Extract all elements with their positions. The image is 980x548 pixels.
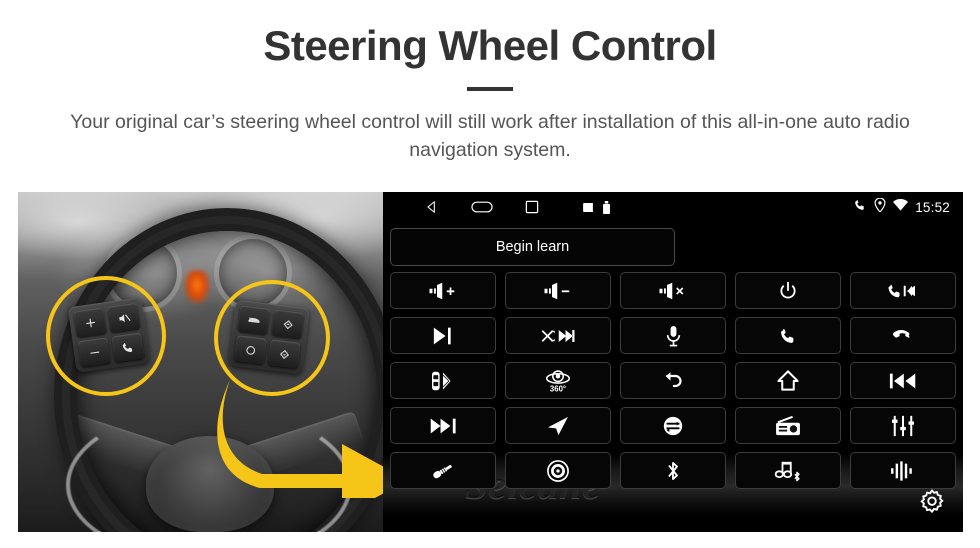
microphone-icon [666, 325, 680, 346]
radio-button[interactable] [735, 407, 841, 444]
mute-button[interactable] [620, 272, 726, 309]
source-switch-button[interactable] [620, 407, 726, 444]
mode-switch-icon [663, 416, 683, 435]
phone-icon [122, 343, 133, 352]
car-radar-icon [432, 371, 451, 390]
back-triangle-icon[interactable] [425, 200, 439, 214]
voice-mic-button[interactable] [620, 317, 726, 354]
speaker-x-icon [659, 282, 684, 299]
navigation-button[interactable] [505, 407, 611, 444]
bluetooth-icon [668, 461, 678, 480]
next-track-button[interactable] [390, 407, 496, 444]
phone-hangup-icon [892, 329, 910, 338]
steering-wheel-hub [146, 436, 274, 532]
diamond-up-icon [283, 319, 293, 329]
wheel-cluster-left[interactable] [67, 297, 151, 373]
equalizer-icon [892, 415, 914, 436]
hang-up-button[interactable] [850, 317, 956, 354]
wifi-icon [893, 198, 909, 216]
power-button[interactable] [735, 272, 841, 309]
wheel-seek-down-button[interactable] [267, 339, 301, 369]
head-unit-screen: 15:52 Begin learn 360° [383, 192, 963, 532]
phone-icon [781, 328, 794, 343]
title-divider [467, 87, 513, 92]
header: Steering Wheel Control Your original car… [0, 0, 980, 165]
android-nav-bar [425, 200, 539, 214]
back-button[interactable] [620, 362, 726, 399]
sound-wave-icon [891, 460, 912, 481]
slide-root: Steering Wheel Control Your original car… [0, 0, 980, 548]
android-status-right: 15:52 [853, 196, 950, 217]
wheel-volume-down-button[interactable] [77, 337, 111, 368]
play-pause-icon [433, 327, 451, 344]
settings-button[interactable] [913, 484, 951, 522]
speaker-plus-icon [429, 282, 455, 299]
speaker-minus-icon [544, 282, 570, 299]
equalizer-button[interactable] [850, 407, 956, 444]
phone-prev-icon [888, 284, 915, 297]
wheel-cruise-resume-button[interactable] [237, 305, 271, 335]
location-icon [874, 196, 886, 217]
aux-cable-icon [433, 464, 452, 478]
play-pause-button[interactable] [390, 317, 496, 354]
wheel-volume-up-button[interactable] [73, 307, 107, 338]
disc-player-button[interactable] [505, 452, 611, 489]
phone-icon [853, 198, 867, 217]
sd-card-icon [583, 202, 593, 212]
answer-call-button[interactable] [735, 317, 841, 354]
gear-icon [920, 489, 944, 513]
home-oval-icon[interactable] [471, 200, 493, 214]
camera-360-label: 360° [550, 384, 566, 393]
wheel-cruise-set-button[interactable] [233, 335, 267, 365]
camera-360-button[interactable]: 360° [505, 362, 611, 399]
cruise-icon [247, 317, 260, 323]
prev-track-icon [889, 373, 916, 388]
media-row: 15:52 Begin learn 360° [18, 192, 963, 532]
mute-speaker-icon [118, 314, 130, 322]
volume-down-button[interactable] [505, 272, 611, 309]
disc-icon [547, 459, 569, 482]
status-bar-clock: 15:52 [915, 199, 950, 215]
shuffle-next-button[interactable] [505, 317, 611, 354]
recents-square-icon[interactable] [525, 200, 539, 214]
home-icon [777, 370, 799, 391]
shuffle-next-icon [541, 329, 575, 342]
previous-track-button[interactable] [850, 362, 956, 399]
wheel-phone-button[interactable] [111, 332, 145, 363]
next-track-icon [430, 418, 456, 433]
camera-360-icon: 360° [545, 369, 571, 393]
android-status-bar: 15:52 [383, 192, 963, 222]
power-icon [780, 281, 796, 298]
nav-arrow-icon [548, 416, 568, 435]
home-button[interactable] [735, 362, 841, 399]
bluetooth-music-button[interactable] [735, 452, 841, 489]
bt-music-icon [774, 461, 800, 481]
call-previous-button[interactable] [850, 272, 956, 309]
circle-icon [245, 345, 255, 355]
plus-icon [85, 318, 95, 327]
minus-icon [89, 351, 99, 354]
swc-function-grid: 360° [390, 272, 956, 489]
wheel-seek-up-button[interactable] [271, 309, 305, 339]
wheel-cluster-right[interactable] [228, 299, 310, 375]
steering-wheel-photo [18, 192, 383, 532]
usb-drive-icon [603, 200, 610, 214]
android-system-icons [583, 200, 610, 214]
back-arrow-icon [665, 371, 682, 387]
page-title: Steering Wheel Control [263, 22, 717, 69]
page-subtitle: Your original car’s steering wheel contr… [70, 111, 910, 162]
begin-learn-button[interactable]: Begin learn [390, 228, 675, 266]
volume-up-button[interactable] [390, 272, 496, 309]
diamond-down-icon [279, 349, 289, 359]
aux-input-button[interactable] [390, 452, 496, 489]
wheel-mute-button[interactable] [107, 302, 141, 333]
parking-radar-button[interactable] [390, 362, 496, 399]
radio-icon [776, 415, 800, 435]
bluetooth-button[interactable] [620, 452, 726, 489]
